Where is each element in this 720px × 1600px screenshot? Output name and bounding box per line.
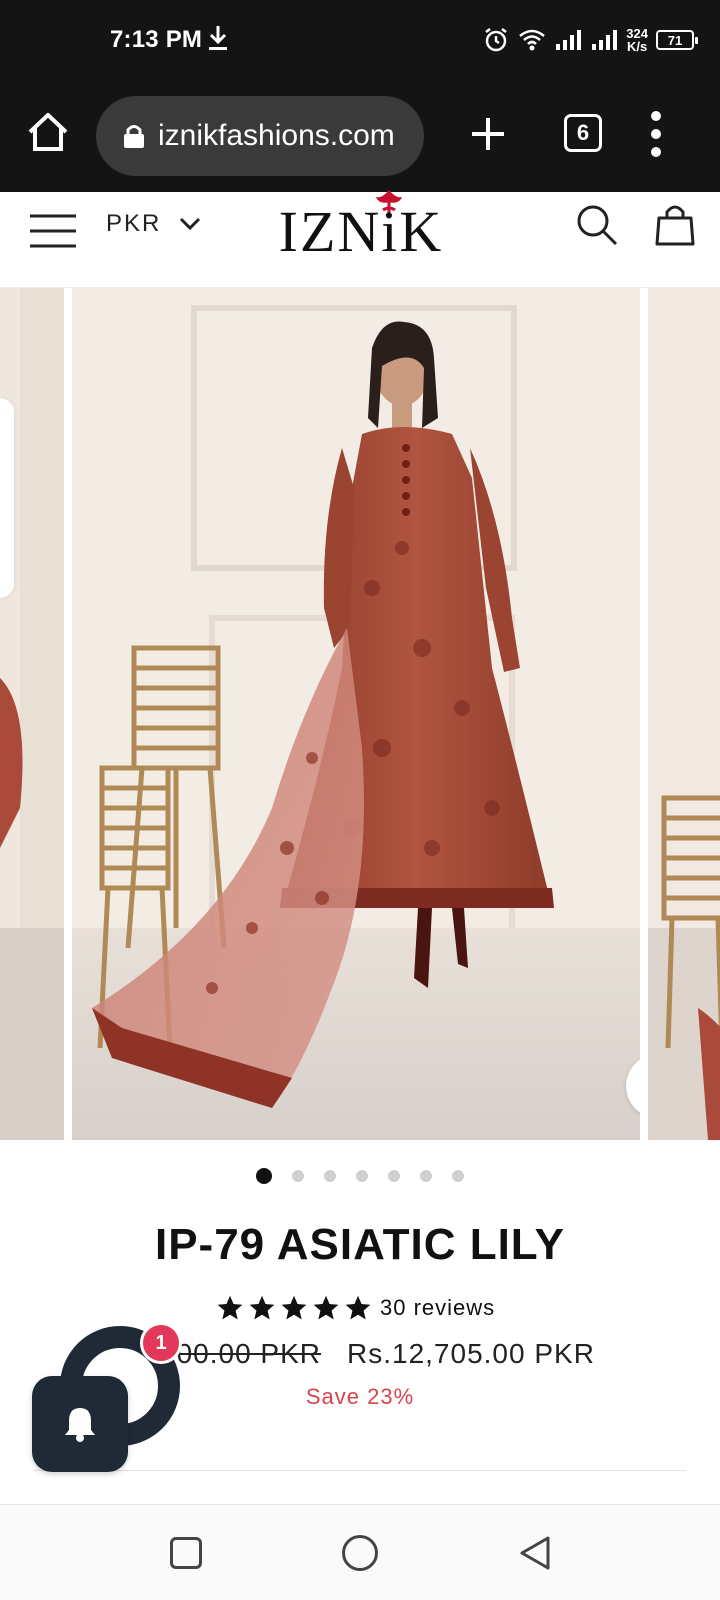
next-slide[interactable] — [648, 288, 720, 1140]
logo-text: IZNiK — [278, 199, 444, 264]
star-icon — [217, 1295, 243, 1320]
more-icon[interactable] — [650, 110, 662, 158]
url-text: iznikfashions.com — [158, 119, 395, 152]
battery-level: 71 — [667, 32, 683, 48]
gallery-pagination — [0, 1168, 720, 1184]
sale-price: Rs.12,705.00 PKR — [347, 1338, 595, 1369]
status-bar: 7:13 PM 324 K/s 71 — [0, 0, 720, 80]
tabs-button[interactable]: 6 — [564, 114, 602, 152]
pagination-dot-3[interactable] — [324, 1170, 336, 1182]
recent-apps-button[interactable] — [170, 1537, 202, 1569]
signal-icon — [592, 30, 618, 50]
bag-icon[interactable] — [654, 200, 696, 248]
star-icon — [313, 1295, 339, 1320]
next-slide-image — [648, 288, 720, 1140]
browser-toolbar: iznikfashions.com 6 — [0, 80, 720, 192]
notification-badge: 1 — [140, 1322, 182, 1364]
status-time: 7:13 PM — [110, 26, 203, 53]
star-icon — [345, 1295, 371, 1320]
product-title: IP-79 ASIATIC LILY — [154, 1220, 565, 1269]
pagination-dot-5[interactable] — [388, 1170, 400, 1182]
system-nav-bar — [0, 1504, 720, 1600]
home-icon[interactable] — [26, 110, 70, 154]
drawer-tab[interactable] — [0, 398, 14, 598]
network-speed: 324 K/s — [626, 27, 648, 53]
lock-icon — [124, 125, 144, 148]
product-main-image[interactable] — [72, 288, 640, 1140]
search-icon[interactable] — [574, 202, 620, 248]
site-header: PKR IZNiK — [0, 190, 720, 288]
bell-icon — [65, 1408, 95, 1442]
currency-label: PKR — [106, 210, 162, 237]
product-rating[interactable]: 30 reviews — [216, 1292, 495, 1324]
alarm-icon — [485, 28, 508, 52]
pagination-dot-1[interactable] — [256, 1168, 272, 1184]
wifi-icon — [519, 29, 546, 51]
menu-icon[interactable] — [28, 212, 78, 250]
download-icon — [209, 26, 227, 50]
divider — [34, 1470, 686, 1471]
notification-count: 1 — [155, 1331, 167, 1354]
battery-icon: 71 — [656, 30, 698, 50]
star-icon — [249, 1295, 275, 1320]
currency-selector[interactable]: PKR — [106, 210, 201, 238]
chevron-down-icon — [180, 217, 201, 231]
pagination-dot-2[interactable] — [292, 1170, 304, 1182]
pagination-dot-7[interactable] — [452, 1170, 464, 1182]
plus-icon[interactable] — [466, 112, 510, 156]
home-button[interactable] — [342, 1535, 378, 1571]
site-logo[interactable]: IZNiK — [266, 188, 456, 264]
tab-count: 6 — [576, 120, 590, 145]
pagination-dot-6[interactable] — [420, 1170, 432, 1182]
product-gallery[interactable] — [0, 288, 720, 1140]
star-icon — [281, 1295, 307, 1320]
back-icon[interactable] — [518, 1535, 552, 1571]
reviews-count[interactable]: 30 reviews — [380, 1295, 495, 1321]
price-block: 500.00 PKR Rs.12,705.00 PKR — [160, 1334, 595, 1374]
speed-unit: K/s — [627, 39, 648, 54]
status-icons: 324 K/s 71 — [482, 22, 698, 58]
notification-button[interactable] — [32, 1376, 128, 1472]
pagination-dot-4[interactable] — [356, 1170, 368, 1182]
product-photo — [72, 288, 640, 1140]
address-bar[interactable]: iznikfashions.com — [96, 96, 424, 176]
signal-icon — [556, 30, 582, 50]
original-price: 500.00 PKR — [160, 1338, 321, 1369]
